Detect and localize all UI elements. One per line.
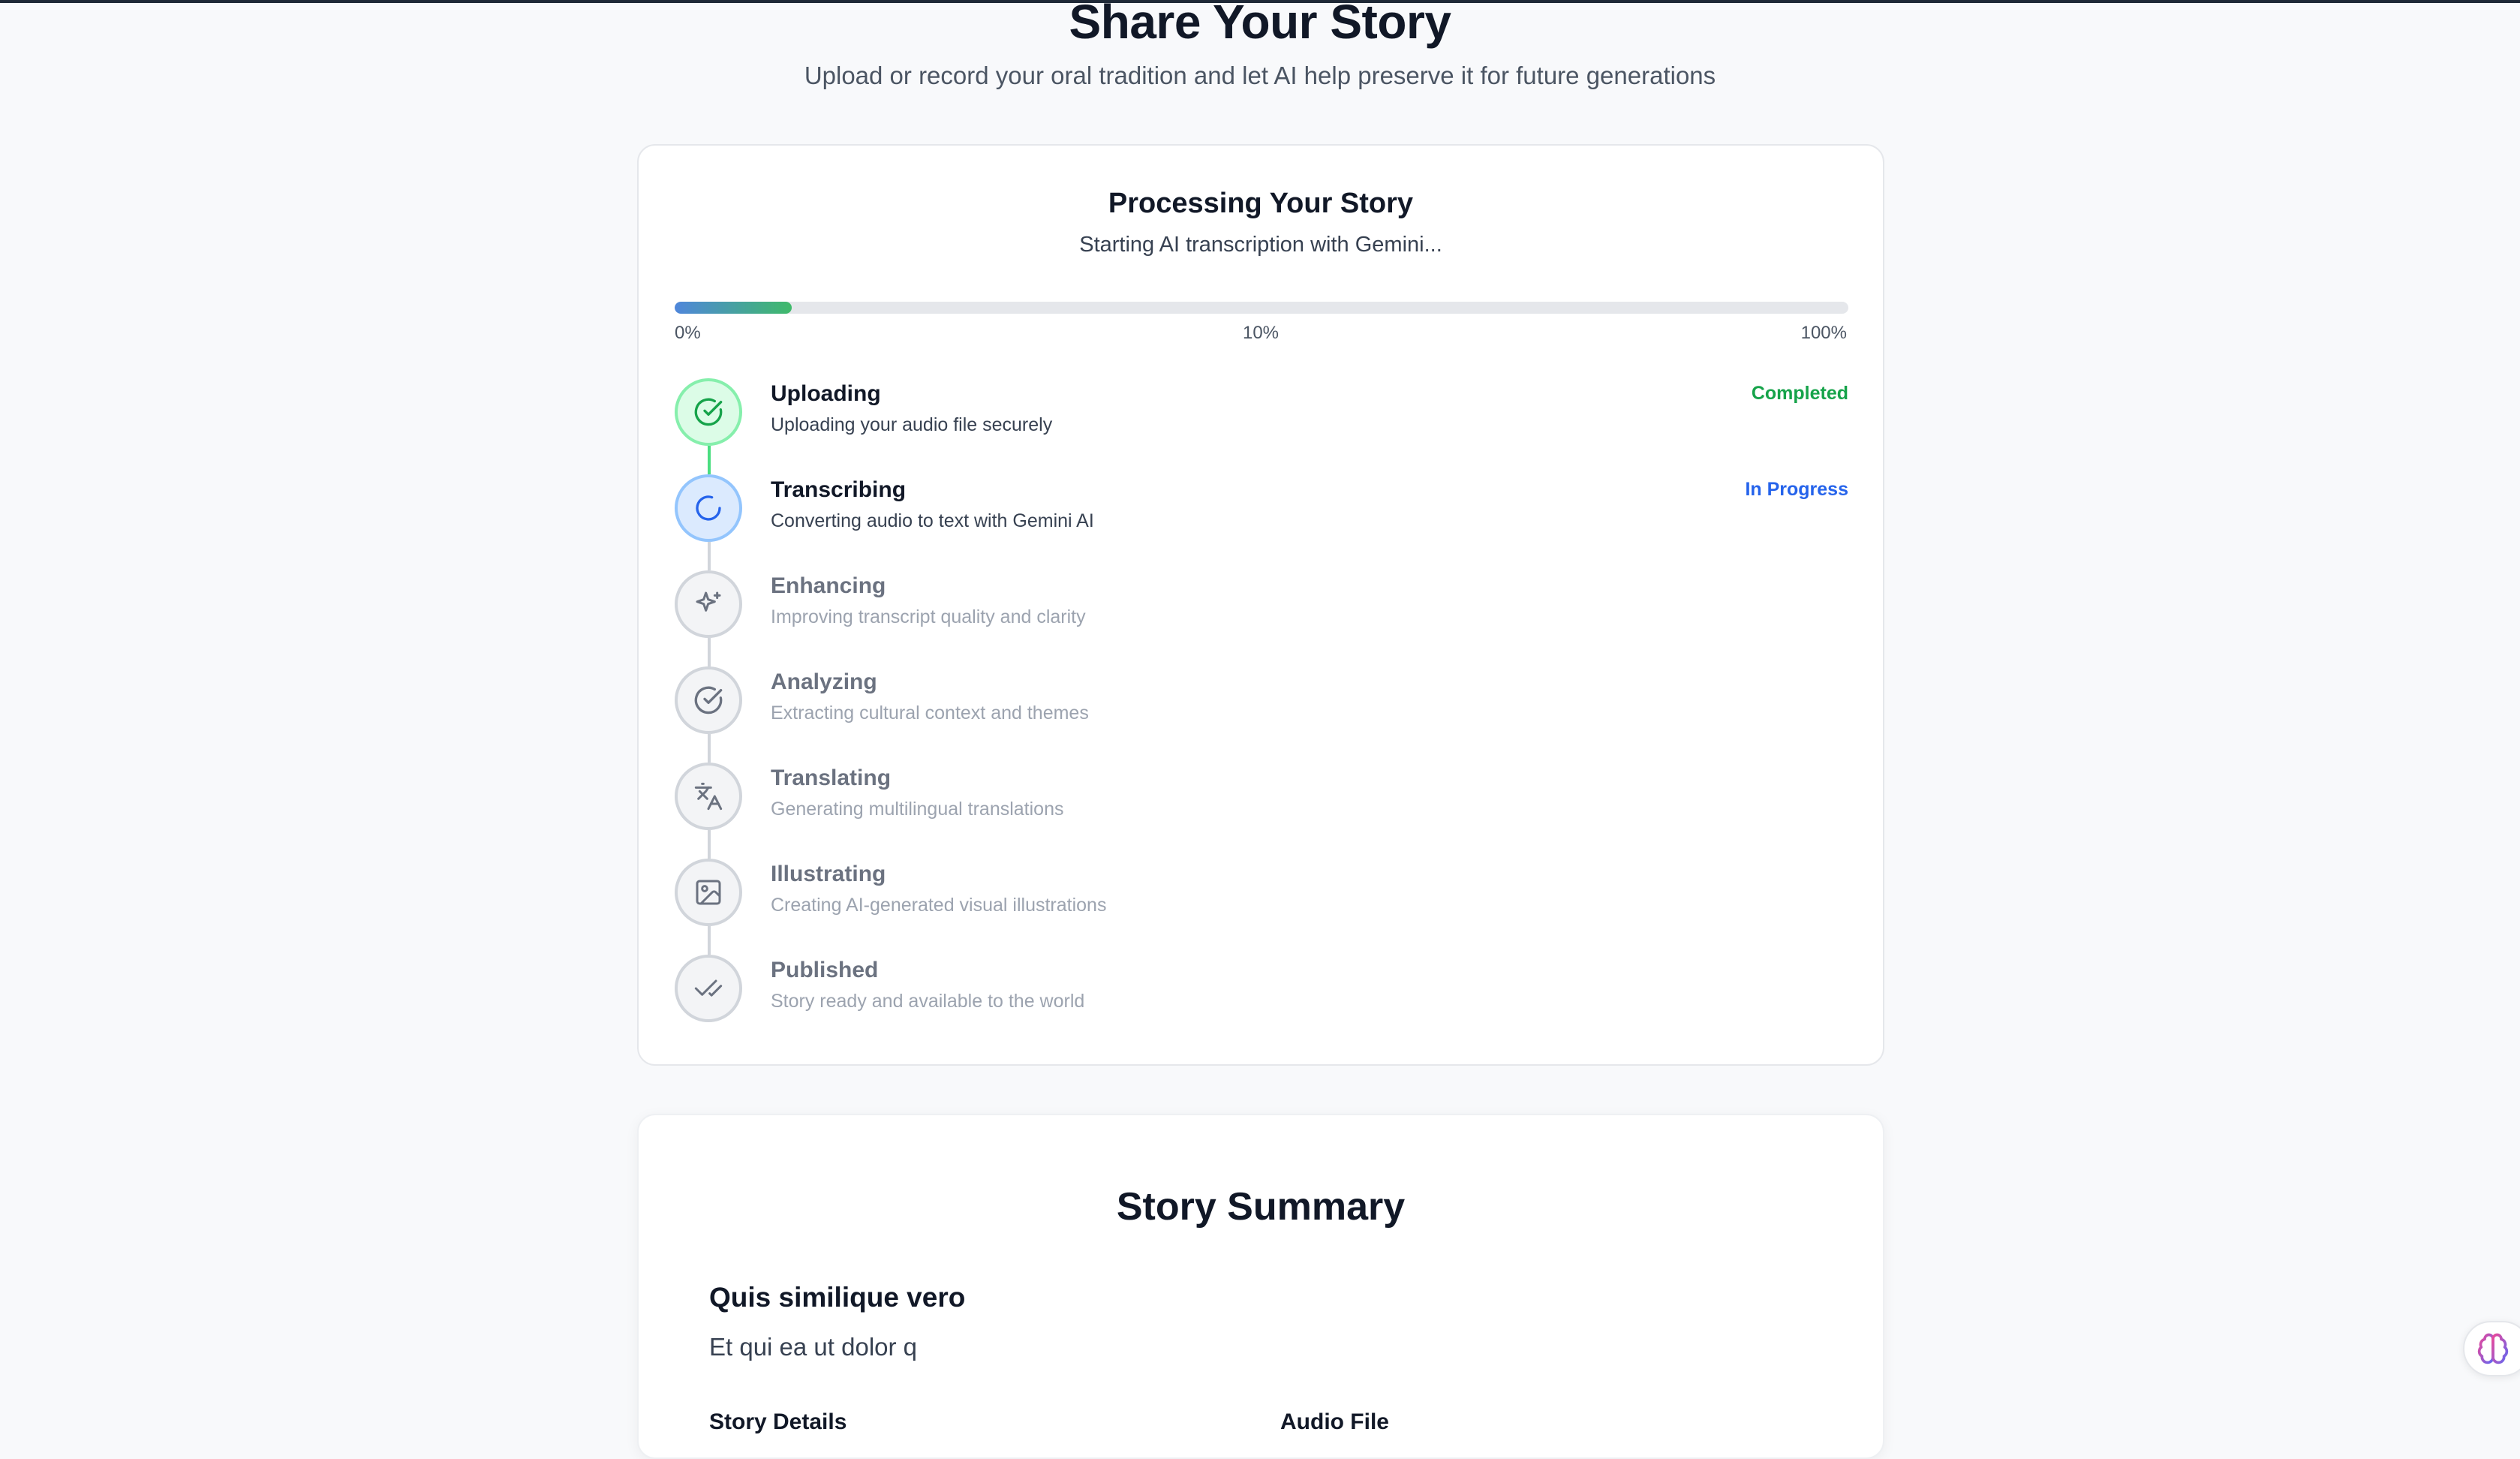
step-connector <box>708 926 711 955</box>
loader-icon <box>696 495 721 521</box>
processing-card: Processing Your Story Starting AI transc… <box>637 144 1884 1066</box>
languages-icon <box>694 782 723 811</box>
progress-current-label: 10% <box>1242 323 1280 343</box>
page-subtitle: Upload or record your oral tradition and… <box>804 62 1716 89</box>
story-title: Quis similique vero <box>709 1282 966 1313</box>
processing-status: Starting AI transcription with Gemini... <box>1079 233 1442 257</box>
step-transcribing-indicator <box>675 474 742 542</box>
progress-bar <box>675 302 1848 314</box>
step-analyzing: Analyzing Extracting cultural context an… <box>675 666 1848 763</box>
step-translating: Translating Generating multilingual tran… <box>675 763 1848 859</box>
step-name: Enhancing <box>771 573 886 598</box>
step-illustrating-indicator <box>675 859 742 926</box>
step-status-badge: In Progress <box>1745 479 1848 500</box>
step-published-indicator <box>675 955 742 1022</box>
step-translating-indicator <box>675 763 742 830</box>
step-name: Illustrating <box>771 862 886 886</box>
summary-title: Story Summary <box>1116 1185 1406 1229</box>
step-connector <box>708 542 711 570</box>
step-name: Uploading <box>771 381 881 406</box>
step-connector <box>708 638 711 666</box>
ai-assistant-button[interactable] <box>2463 1321 2520 1376</box>
step-description: Story ready and available to the world <box>771 991 1085 1012</box>
brain-icon <box>2477 1333 2509 1364</box>
step-name: Transcribing <box>771 477 907 502</box>
step-published: Published Story ready and available to t… <box>675 955 1848 1051</box>
step-description: Improving transcript quality and clarity <box>771 606 1086 627</box>
story-details-heading: Story Details <box>709 1409 847 1434</box>
audio-file-heading: Audio File <box>1280 1409 1389 1434</box>
step-name: Published <box>771 958 879 982</box>
step-status-badge: Completed <box>1751 383 1848 404</box>
step-description: Creating AI-generated visual illustratio… <box>771 895 1107 916</box>
step-name: Translating <box>771 766 892 790</box>
step-illustrating: Illustrating Creating AI-generated visua… <box>675 859 1848 955</box>
progress-bar-fill <box>675 302 792 314</box>
story-excerpt: Et qui ea ut dolor q <box>709 1333 918 1361</box>
step-enhancing: Enhancing Improving transcript quality a… <box>675 570 1848 666</box>
page-title: Share Your Story <box>1069 0 1451 49</box>
step-uploading-indicator <box>675 378 742 446</box>
step-connector <box>708 830 711 859</box>
step-enhancing-indicator <box>675 570 742 638</box>
check-circle-icon <box>694 686 723 714</box>
step-name: Analyzing <box>771 669 877 694</box>
story-summary-card: Story Summary Quis similique vero Et qui… <box>637 1114 1884 1459</box>
processing-title: Processing Your Story <box>1108 188 1414 219</box>
step-transcribing: Transcribing Converting audio to text wi… <box>675 474 1848 570</box>
step-uploading: Uploading Uploading your audio file secu… <box>675 378 1848 474</box>
step-description: Generating multilingual translations <box>771 799 1064 820</box>
sparkles-icon <box>696 591 721 612</box>
step-description: Uploading your audio file securely <box>771 414 1053 435</box>
check-check-icon <box>694 979 723 997</box>
step-description: Converting audio to text with Gemini AI <box>771 510 1094 531</box>
step-connector <box>708 734 711 763</box>
step-description: Extracting cultural context and themes <box>771 702 1089 723</box>
step-connector <box>708 446 711 474</box>
check-circle-icon <box>694 398 723 426</box>
progress-end-label: 100% <box>1800 323 1847 343</box>
image-icon <box>696 880 721 905</box>
step-analyzing-indicator <box>675 666 742 734</box>
processing-steps: Uploading Uploading your audio file secu… <box>675 378 1848 1051</box>
